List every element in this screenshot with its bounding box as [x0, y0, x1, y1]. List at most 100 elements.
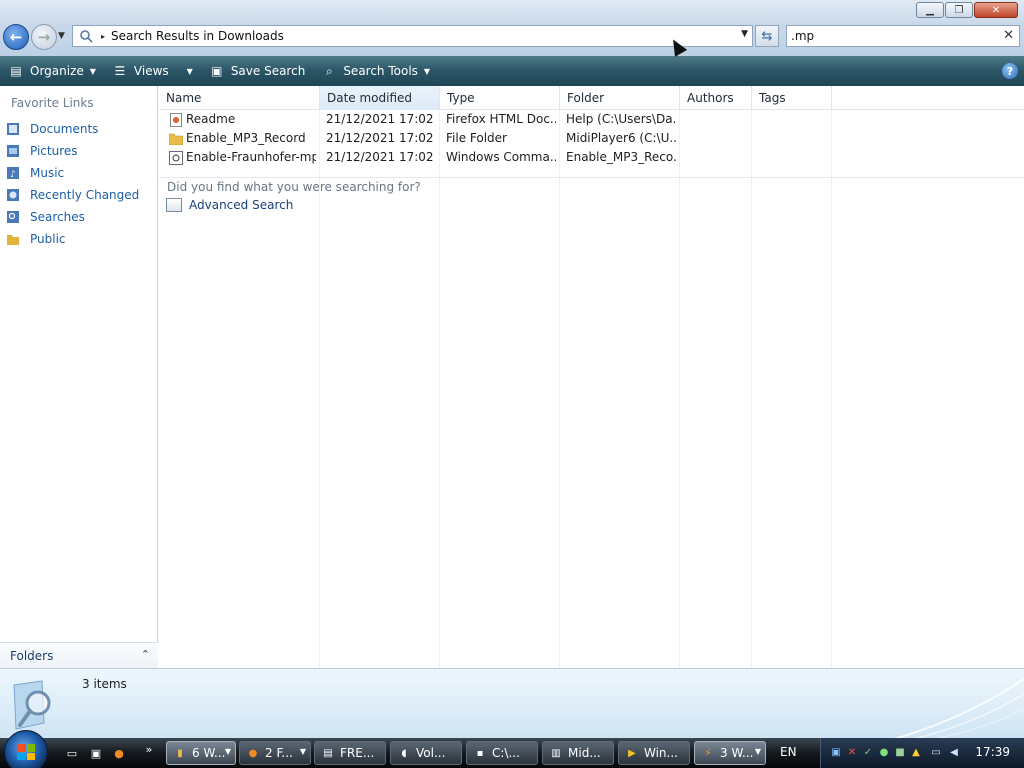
column-header-name[interactable]: Name	[159, 86, 320, 110]
html-document-icon	[169, 112, 183, 127]
search-tools-button[interactable]: ⌕ Search Tools ▼	[313, 56, 438, 86]
advanced-search-link[interactable]: Advanced Search	[166, 198, 293, 212]
file-type: Firefox HTML Doc...	[446, 112, 556, 126]
table-row[interactable]: Enable-Fraunhofer-mp... 21/12/2021 17:02…	[159, 148, 1024, 167]
column-header-date-modified[interactable]: Date modified	[320, 86, 440, 110]
taskbar-button-volume[interactable]: ◖ Vol...	[390, 741, 462, 765]
forward-button[interactable]: →	[31, 24, 57, 50]
pictures-icon	[5, 143, 21, 159]
column-header-folder[interactable]: Folder	[560, 86, 680, 110]
search-input[interactable]: .mp ✕	[786, 25, 1020, 47]
advanced-search-label: Advanced Search	[189, 198, 294, 212]
svg-text:♪: ♪	[10, 170, 16, 180]
taskbar-button-notepad[interactable]: ▤ FRE...	[314, 741, 386, 765]
close-button[interactable]: ✕	[974, 2, 1018, 18]
search-feedback-question: Did you find what you were searching for…	[167, 180, 421, 194]
breadcrumb-separator[interactable]: ▸	[101, 32, 105, 41]
taskbar-button-media-player[interactable]: ▶ Win...	[618, 741, 690, 765]
column-header-authors[interactable]: Authors	[680, 86, 752, 110]
sync-tray-icon[interactable]: ✓	[861, 745, 875, 759]
save-search-button[interactable]: ▣ Save Search	[201, 56, 314, 86]
chevron-down-icon: ▼	[423, 66, 431, 76]
taskbar-button-firefox[interactable]: ● 2 F... ▼	[239, 741, 311, 765]
table-row[interactable]: Enable_MP3_Record 21/12/2021 17:02 File …	[159, 129, 1024, 148]
file-name: Enable-Fraunhofer-mp...	[186, 150, 316, 164]
column-divider	[831, 110, 832, 668]
network-connection-icon[interactable]: ▭	[929, 745, 943, 759]
system-tray: ▣ ✕ ✓ ● ■ ▲ ▭ ◀ 17:39	[820, 738, 1024, 768]
refresh-button[interactable]: ⇆	[755, 25, 779, 47]
nav-item-label: Searches	[30, 210, 85, 224]
switch-windows-icon[interactable]: ▣	[88, 745, 104, 761]
taskbar: ▭ ▣ ● » ▮ 6 W... ▼ ● 2 F... ▼ ▤ FRE... ◖…	[0, 730, 1024, 768]
chevron-down-icon: ▼	[89, 66, 96, 76]
column-header-type[interactable]: Type	[440, 86, 560, 110]
midi-player-icon: ▥	[551, 747, 561, 759]
file-name: Enable_MP3_Record	[186, 131, 306, 145]
clear-search-icon[interactable]: ✕	[1003, 28, 1014, 43]
security-alert-icon[interactable]: ✕	[845, 745, 859, 759]
user-tray-icon[interactable]: ●	[877, 745, 891, 759]
organize-icon: ▤	[10, 64, 22, 78]
recent-pages-dropdown[interactable]: ▼	[58, 31, 65, 41]
breadcrumb-current[interactable]: Search Results in Downloads	[111, 29, 284, 43]
nav-item-documents[interactable]: Documents	[5, 118, 139, 140]
views-button[interactable]: ☰ Views ▼	[104, 56, 201, 86]
chevron-down-icon: ▼	[754, 747, 761, 756]
nav-item-pictures[interactable]: Pictures	[5, 140, 139, 162]
taskbar-button-explorer[interactable]: ▮ 6 W... ▼	[166, 741, 236, 765]
warning-tray-icon[interactable]: ▲	[909, 745, 923, 759]
nav-item-music[interactable]: ♪ Music	[5, 162, 139, 184]
nav-item-public[interactable]: Public	[5, 228, 139, 250]
start-button[interactable]	[4, 730, 48, 768]
organize-button[interactable]: ▤ Organize ▼	[0, 56, 104, 86]
network-tray-icon[interactable]: ▣	[829, 745, 843, 759]
address-dropdown-icon[interactable]: ▼	[741, 29, 748, 39]
nav-item-label: Documents	[30, 122, 99, 136]
nav-item-recently-changed[interactable]: Recently Changed	[5, 184, 139, 206]
nav-item-searches[interactable]: Searches	[5, 206, 139, 228]
show-desktop-icon[interactable]: ▭	[64, 745, 80, 761]
file-name: Readme	[186, 112, 236, 126]
language-indicator[interactable]: EN	[780, 745, 797, 759]
file-date: 21/12/2021 17:02	[326, 150, 434, 164]
taskbar-button-winamp[interactable]: ⚡ 3 W... ▼	[694, 741, 766, 765]
public-folder-icon	[5, 231, 21, 247]
views-label: Views	[133, 64, 169, 78]
quicklaunch-overflow-icon[interactable]: »	[141, 741, 157, 757]
app-tray-icon[interactable]: ■	[893, 745, 907, 759]
taskbar-button-midi-player[interactable]: ▥ Mid...	[542, 741, 614, 765]
file-type: Windows Comma...	[446, 150, 556, 164]
maximize-button[interactable]: ❐	[945, 2, 973, 18]
address-bar[interactable]: ▸ Search Results in Downloads ▼	[72, 25, 753, 47]
minimize-button[interactable]: ▁	[916, 2, 944, 18]
column-header-tags[interactable]: Tags	[752, 86, 832, 110]
file-list: Name Date modified Type Folder Authors T…	[159, 86, 1024, 668]
file-type: File Folder	[446, 131, 507, 145]
task-label: Win...	[644, 746, 678, 760]
search-input-value: .mp	[791, 29, 815, 43]
task-label: FRE...	[340, 746, 375, 760]
taskbar-clock[interactable]: 17:39	[975, 745, 1010, 759]
details-pane: 3 items	[0, 668, 1024, 739]
navigation-pane: Favorite Links Documents Pictures ♪ Musi…	[0, 86, 158, 668]
search-tools-icon: ⌕	[325, 63, 333, 78]
help-icon[interactable]: ?	[1002, 63, 1018, 79]
volume-tray-icon[interactable]: ◀	[947, 745, 961, 759]
back-button[interactable]: ←	[3, 24, 29, 50]
table-row[interactable]: Readme 21/12/2021 17:02 Firefox HTML Doc…	[159, 110, 1024, 129]
task-label: C:\...	[492, 746, 520, 760]
nav-item-label: Recently Changed	[30, 188, 140, 202]
firefox-quicklaunch-icon[interactable]: ●	[111, 745, 127, 761]
folders-toggle[interactable]: Folders ⌃	[0, 642, 158, 668]
taskbar-button-command-prompt[interactable]: ▪ C:\...	[466, 741, 538, 765]
organize-label: Organize	[30, 64, 84, 78]
file-date: 21/12/2021 17:02	[326, 131, 434, 145]
column-divider	[439, 110, 440, 668]
folder-icon	[169, 131, 183, 146]
volume-icon: ◖	[401, 747, 407, 759]
nav-item-label: Pictures	[30, 144, 78, 158]
search-results-icon	[8, 677, 60, 733]
command-bar: ▤ Organize ▼ ☰ Views ▼ ▣ Save Search ⌕ S…	[0, 56, 1024, 86]
file-folder: MidiPlayer6 (C:\U...	[566, 131, 676, 145]
